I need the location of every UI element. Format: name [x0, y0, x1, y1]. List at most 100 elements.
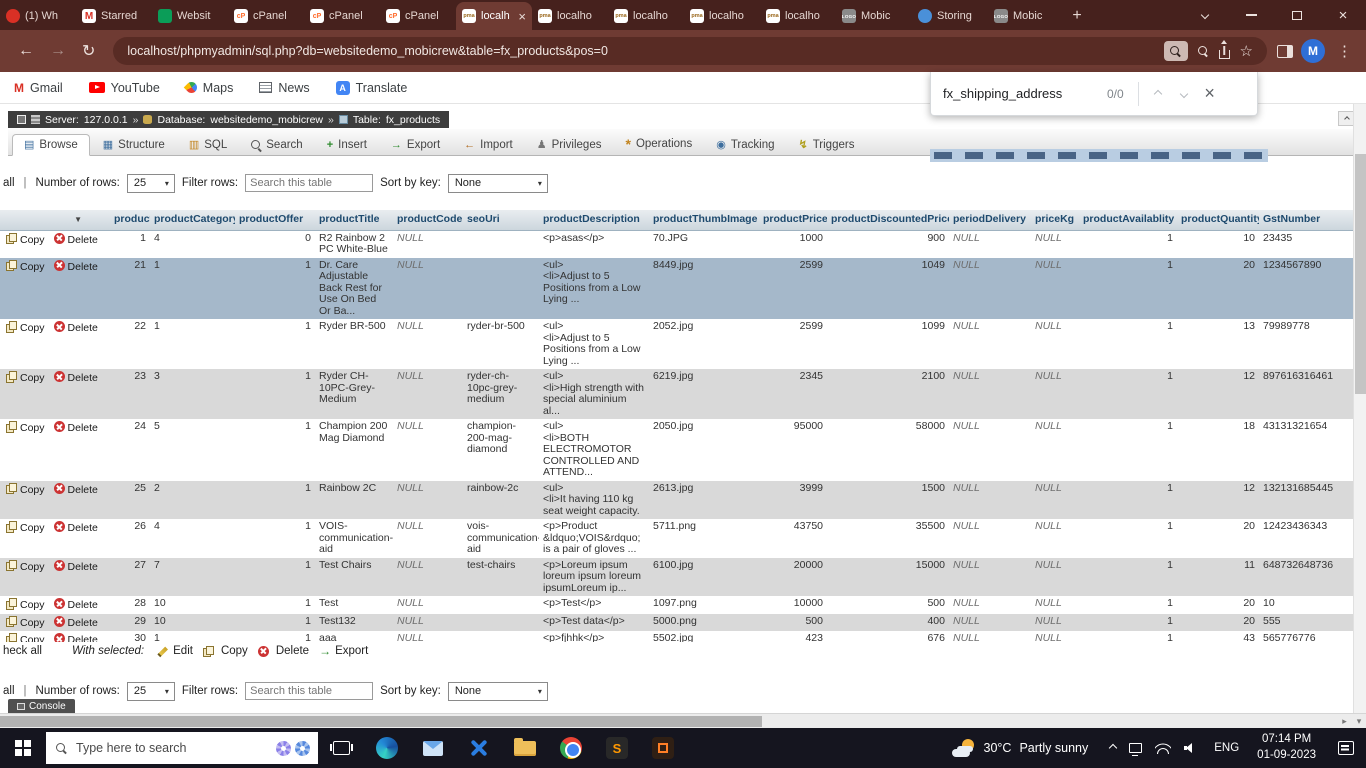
cell-productPrice[interactable]: 1000	[759, 230, 827, 258]
column-header-productAvailablity[interactable]: productAvailablity	[1079, 210, 1177, 230]
cell-productOffer[interactable]: 1	[235, 631, 315, 642]
cell-GstNumber[interactable]: 648732648736	[1259, 558, 1366, 597]
cell-periodDelivery[interactable]: NULL	[949, 258, 1031, 320]
cell-productQuantity[interactable]: 20	[1177, 596, 1259, 614]
cell-productThumbImage[interactable]: 5711.png	[649, 519, 759, 558]
menu-dots-icon[interactable]: ⋮	[1337, 42, 1352, 60]
cell-seoUri[interactable]: test-chairs	[463, 558, 539, 597]
cell-productQuantity[interactable]: 11	[1177, 558, 1259, 597]
column-header-productCategory[interactable]: productCategory	[150, 210, 235, 230]
cell-GstNumber[interactable]: 10	[1259, 596, 1366, 614]
cell-productID[interactable]: 29	[110, 614, 150, 632]
cell-productCategory[interactable]: 10	[150, 596, 235, 614]
tab-tracking[interactable]: ◉Tracking	[705, 135, 785, 155]
cell-productCode[interactable]: NULL	[393, 369, 463, 419]
cell-productQuantity[interactable]: 18	[1177, 419, 1259, 481]
chrome-button[interactable]	[548, 728, 594, 768]
cell-productPrice[interactable]: 423	[759, 631, 827, 642]
copy-row-link[interactable]: Copy	[20, 261, 45, 273]
cell-productID[interactable]: 21	[110, 258, 150, 320]
cell-productAvailablity[interactable]: 1	[1079, 369, 1177, 419]
cell-productDiscountedPrice[interactable]: 676	[827, 631, 949, 642]
maximize-icon[interactable]	[1274, 0, 1320, 30]
cell-productID[interactable]: 22	[110, 319, 150, 369]
tab-sql[interactable]: ▥SQL	[178, 135, 238, 155]
taskbar-clock[interactable]: 07:14 PM 01-09-2023	[1247, 732, 1326, 763]
cell-periodDelivery[interactable]: NULL	[949, 558, 1031, 597]
bookmark-star-icon[interactable]: ☆	[1240, 42, 1253, 60]
volume-icon[interactable]	[1184, 743, 1196, 754]
tray-expand-icon[interactable]	[1109, 744, 1117, 752]
cell-GstNumber[interactable]: 565776776	[1259, 631, 1366, 642]
cell-productDiscountedPrice[interactable]: 1099	[827, 319, 949, 369]
show-all-label-partial[interactable]: all	[3, 685, 15, 697]
cell-periodDelivery[interactable]: NULL	[949, 596, 1031, 614]
cell-priceKg[interactable]: NULL	[1031, 369, 1079, 419]
find-input[interactable]	[943, 86, 1103, 101]
cell-productOffer[interactable]: 1	[235, 258, 315, 320]
new-tab-button[interactable]: +	[1064, 2, 1090, 30]
copy-row-link[interactable]: Copy	[20, 599, 45, 611]
browser-tab[interactable]: pmalocalho	[608, 2, 684, 30]
tab-search-icon[interactable]	[1182, 0, 1228, 30]
cell-seoUri[interactable]: ryder-br-500	[463, 319, 539, 369]
cell-periodDelivery[interactable]: NULL	[949, 230, 1031, 258]
sort-indicator-icon[interactable]: ▼	[74, 214, 82, 226]
browser-tab[interactable]: cPcPanel	[228, 2, 304, 30]
breadcrumb-table-link[interactable]: fx_products	[386, 114, 440, 126]
breadcrumb-database-link[interactable]: websitedemo_mobicrew	[210, 114, 323, 126]
tab-export[interactable]: →Export	[380, 135, 451, 155]
cell-productTitle[interactable]: Test132	[315, 614, 393, 632]
rows-per-page-select[interactable]: 25▾	[127, 174, 175, 193]
cell-productOffer[interactable]: 1	[235, 596, 315, 614]
browser-tab[interactable]: Storing	[912, 2, 988, 30]
cell-priceKg[interactable]: NULL	[1031, 258, 1079, 320]
cell-productAvailablity[interactable]: 1	[1079, 230, 1177, 258]
cell-GstNumber[interactable]: 79989778	[1259, 319, 1366, 369]
copy-row-link[interactable]: Copy	[20, 234, 45, 246]
cell-productDescription[interactable]: <ul> <li>BOTH ELECTROMOTOR CONTROLLED AN…	[539, 419, 649, 481]
delete-row-link[interactable]: Delete	[68, 484, 98, 496]
share-icon[interactable]	[1219, 44, 1230, 59]
copy-row-link[interactable]: Copy	[20, 372, 45, 384]
find-next-icon[interactable]	[1171, 81, 1197, 107]
cell-productDiscountedPrice[interactable]: 58000	[827, 419, 949, 481]
find-prev-icon[interactable]	[1145, 81, 1171, 107]
cell-productCategory[interactable]: 10	[150, 614, 235, 632]
cell-GstNumber[interactable]: 43131321654	[1259, 419, 1366, 481]
tab-operations[interactable]: *Operations	[614, 133, 703, 155]
language-indicator[interactable]: ENG	[1206, 742, 1247, 754]
cell-productCode[interactable]: NULL	[393, 230, 463, 258]
cell-productOffer[interactable]: 1	[235, 558, 315, 597]
browser-tab[interactable]: MStarred	[76, 2, 152, 30]
cell-productCode[interactable]: NULL	[393, 558, 463, 597]
cell-productDescription[interactable]: <p>Product &ldquo;VOIS&rdquo; is a pair …	[539, 519, 649, 558]
copy-row-link[interactable]: Copy	[20, 422, 45, 434]
copy-row-link[interactable]: Copy	[20, 522, 45, 534]
cell-productDescription[interactable]: <p>fjhhk</p>	[539, 631, 649, 642]
display-icon[interactable]	[1129, 743, 1142, 753]
cell-productAvailablity[interactable]: 1	[1079, 419, 1177, 481]
cell-productTitle[interactable]: Test	[315, 596, 393, 614]
url-bar[interactable]: localhost/phpmyadmin/sql.php?db=websited…	[113, 37, 1267, 65]
column-header-periodDelivery[interactable]: periodDelivery	[949, 210, 1031, 230]
cell-productCategory[interactable]: 5	[150, 419, 235, 481]
taskbar-search-box[interactable]: Type here to search	[46, 732, 318, 764]
find-in-page-icon[interactable]	[1164, 41, 1188, 61]
cell-productAvailablity[interactable]: 1	[1079, 614, 1177, 632]
bookmark-news[interactable]: News	[259, 81, 309, 95]
cell-productPrice[interactable]: 2599	[759, 258, 827, 320]
copy-row-link[interactable]: Copy	[20, 484, 45, 496]
sort-by-key-select[interactable]: None▾	[448, 174, 548, 193]
cell-productCode[interactable]: NULL	[393, 319, 463, 369]
cell-priceKg[interactable]: NULL	[1031, 230, 1079, 258]
browser-tab[interactable]: pmalocalho	[760, 2, 836, 30]
cell-seoUri[interactable]: vois-communication-aid	[463, 519, 539, 558]
cell-productCategory[interactable]: 3	[150, 369, 235, 419]
find-close-icon[interactable]: ×	[1197, 81, 1223, 107]
browser-tab[interactable]: cPcPanel	[304, 2, 380, 30]
delete-row-link[interactable]: Delete	[68, 322, 98, 334]
cell-productQuantity[interactable]: 20	[1177, 258, 1259, 320]
cell-productThumbImage[interactable]: 70.JPG	[649, 230, 759, 258]
bookmark-maps[interactable]: Maps	[186, 81, 234, 95]
